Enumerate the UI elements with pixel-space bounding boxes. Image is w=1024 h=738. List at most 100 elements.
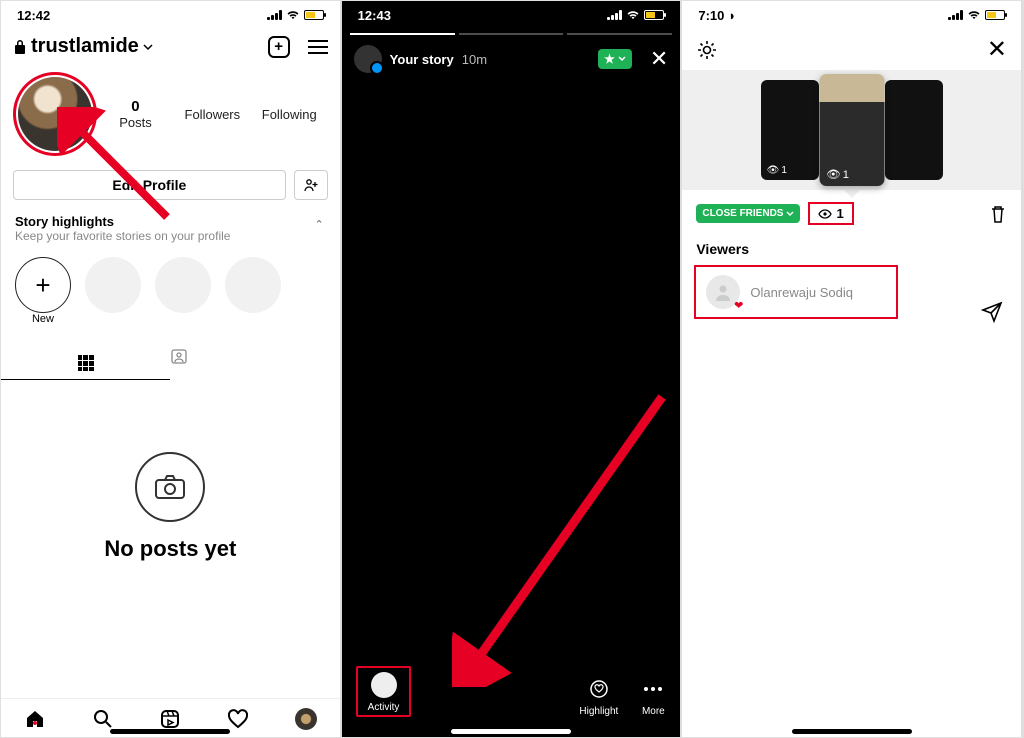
edit-profile-button[interactable]: Edit Profile bbox=[13, 170, 286, 200]
username-text: trustlamide bbox=[31, 35, 139, 58]
discover-people-button[interactable] bbox=[294, 170, 328, 200]
more-icon bbox=[640, 676, 666, 702]
cellular-icon bbox=[948, 10, 963, 20]
lock-icon bbox=[13, 39, 27, 55]
followers-stat[interactable]: Followers bbox=[174, 107, 251, 122]
profile-screen: 12:42 trustlamide + 0Posts Followers Fol… bbox=[1, 1, 342, 737]
highlight-placeholder bbox=[85, 257, 141, 325]
status-time: 12:42 bbox=[17, 8, 50, 23]
highlights-subtitle: Keep your favorite stories on your profi… bbox=[15, 229, 326, 243]
activity-button-highlighted[interactable]: Activity bbox=[356, 666, 412, 717]
tab-grid[interactable] bbox=[1, 339, 170, 380]
status-indicators bbox=[267, 10, 324, 20]
username-dropdown[interactable]: trustlamide bbox=[13, 35, 153, 58]
status-bar: 12:42 bbox=[1, 1, 340, 29]
wifi-icon bbox=[967, 10, 981, 20]
story-age: 10m bbox=[462, 52, 487, 67]
tagged-icon bbox=[170, 347, 188, 365]
viewer-avatar bbox=[706, 275, 740, 309]
viewer-avatar-icon bbox=[371, 672, 397, 698]
story-thumbnails: 👁 1 👁 1 bbox=[682, 70, 1021, 190]
viewer-name: Olanrewaju Sodiq bbox=[750, 285, 853, 300]
heart-icon bbox=[227, 708, 249, 730]
nav-reels[interactable] bbox=[158, 707, 182, 731]
reels-icon bbox=[159, 708, 181, 730]
story-avatar[interactable] bbox=[354, 45, 382, 73]
menu-button[interactable] bbox=[308, 40, 328, 54]
story-header: Your story 10m ★ ✕ bbox=[342, 35, 681, 83]
wifi-icon bbox=[626, 10, 640, 20]
profile-header: trustlamide + bbox=[1, 29, 340, 64]
tab-tagged[interactable] bbox=[170, 339, 339, 380]
profile-stats: 0Posts Followers Following bbox=[1, 64, 340, 164]
chevron-up-icon: ⌃ bbox=[314, 218, 323, 231]
story-thumb[interactable]: 👁 1 bbox=[761, 80, 819, 180]
eye-icon: 👁 1 bbox=[767, 165, 787, 176]
highlight-placeholder bbox=[225, 257, 281, 325]
delete-button[interactable] bbox=[989, 204, 1007, 224]
close-button[interactable]: ✕ bbox=[650, 46, 668, 72]
viewers-top-bar: ✕ bbox=[682, 29, 1021, 70]
view-count-highlighted[interactable]: 1 bbox=[808, 202, 853, 225]
viewer-row-highlighted[interactable]: Olanrewaju Sodiq bbox=[694, 265, 897, 319]
profile-avatar-story[interactable] bbox=[13, 72, 97, 156]
story-label: Your story bbox=[390, 52, 454, 67]
story-progress bbox=[342, 33, 681, 35]
dnd-moon-icon: ◗ bbox=[728, 8, 736, 23]
create-button[interactable]: + bbox=[268, 36, 290, 58]
story-thumb[interactable] bbox=[885, 80, 943, 180]
following-stat[interactable]: Following bbox=[251, 107, 328, 122]
close-button[interactable]: ✕ bbox=[987, 35, 1007, 64]
close-friends-dropdown[interactable]: CLOSE FRIENDS bbox=[696, 204, 800, 223]
viewers-screen: 7:10◗ ✕ 👁 1 👁 1 CLOSE FRIENDS 1 Viewers … bbox=[682, 1, 1023, 737]
annotation-arrow bbox=[452, 387, 672, 687]
empty-state: No posts yet bbox=[1, 380, 340, 562]
story-bottom-bar: Activity Highlight More bbox=[342, 666, 681, 717]
home-indicator bbox=[451, 729, 571, 734]
status-indicators bbox=[607, 10, 664, 20]
viewers-heading: Viewers bbox=[682, 237, 1021, 265]
status-indicators bbox=[948, 10, 1005, 20]
highlight-new[interactable]: +New bbox=[15, 257, 71, 325]
highlight-button[interactable]: Highlight bbox=[579, 676, 618, 717]
highlights-title: Story highlights bbox=[15, 214, 326, 229]
cellular-icon bbox=[607, 10, 622, 20]
add-person-icon bbox=[303, 178, 319, 192]
share-button[interactable] bbox=[981, 301, 1003, 323]
story-screen: 12:43 Your story 10m ★ ✕ Activity Highli… bbox=[342, 1, 683, 737]
active-indicator bbox=[844, 190, 860, 198]
chevron-down-icon bbox=[143, 43, 153, 51]
chevron-down-icon bbox=[618, 56, 626, 62]
home-icon bbox=[24, 708, 46, 730]
more-button[interactable]: More bbox=[640, 676, 666, 717]
highlight-placeholder bbox=[155, 257, 211, 325]
plus-icon: + bbox=[15, 257, 71, 313]
settings-button[interactable] bbox=[696, 39, 718, 61]
status-time: 7:10 bbox=[698, 8, 724, 23]
nav-activity[interactable] bbox=[226, 707, 250, 731]
nav-search[interactable] bbox=[91, 707, 115, 731]
highlights-section[interactable]: Story highlights Keep your favorite stor… bbox=[1, 206, 340, 251]
home-indicator bbox=[110, 729, 230, 734]
camera-icon bbox=[135, 452, 205, 522]
wifi-icon bbox=[286, 10, 300, 20]
profile-tabs bbox=[1, 339, 340, 380]
grid-icon bbox=[78, 355, 94, 371]
posts-stat[interactable]: 0Posts bbox=[97, 98, 174, 130]
chevron-down-icon bbox=[786, 211, 794, 217]
nav-home[interactable] bbox=[23, 707, 47, 731]
cellular-icon bbox=[267, 10, 282, 20]
battery-icon bbox=[304, 10, 324, 20]
battery-icon bbox=[644, 10, 664, 20]
avatar-image bbox=[18, 77, 92, 151]
nav-profile[interactable] bbox=[294, 707, 318, 731]
eye-icon bbox=[818, 209, 832, 219]
profile-thumb bbox=[295, 708, 317, 730]
home-indicator bbox=[792, 729, 912, 734]
story-thumb-active[interactable]: 👁 1 bbox=[819, 74, 884, 186]
battery-icon bbox=[985, 10, 1005, 20]
status-time: 12:43 bbox=[358, 8, 391, 23]
close-friends-badge[interactable]: ★ bbox=[598, 49, 632, 69]
star-icon: ★ bbox=[604, 52, 615, 66]
status-bar: 7:10 ◗ bbox=[682, 1, 1021, 29]
